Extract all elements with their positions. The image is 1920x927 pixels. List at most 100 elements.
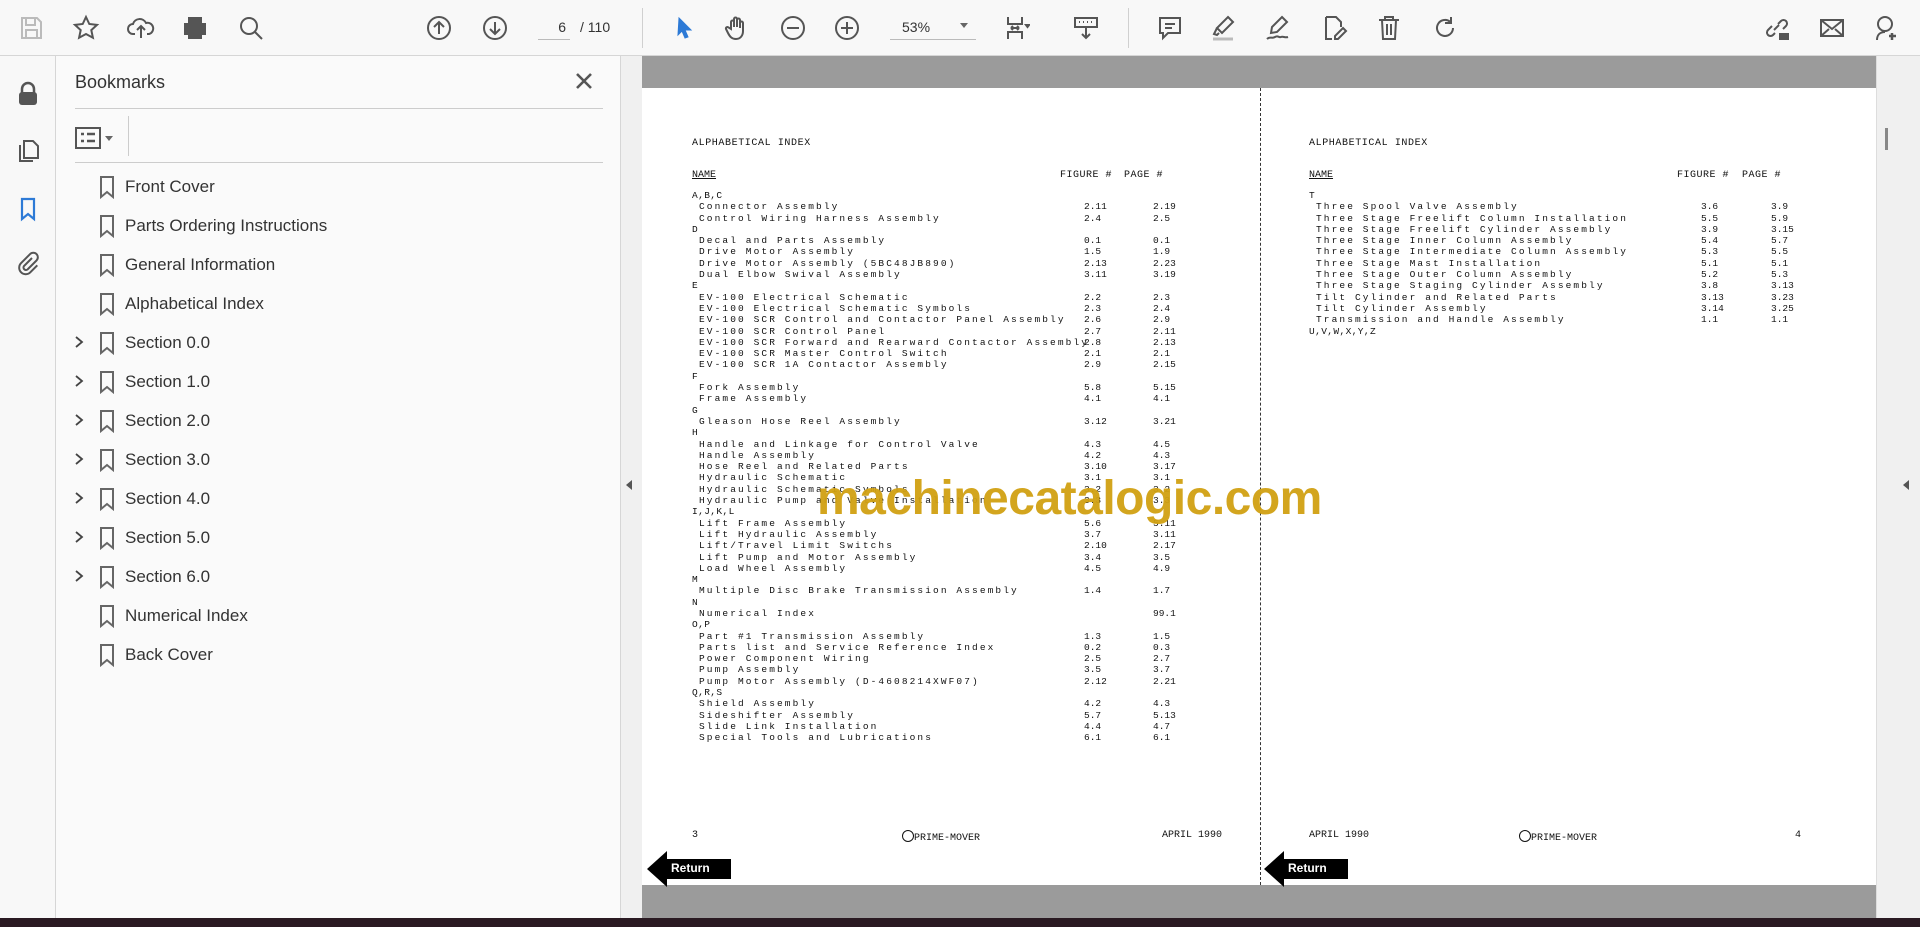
group-label: I,J,K,L — [692, 506, 735, 518]
index-group-letter: Q,R,S — [692, 687, 1222, 698]
bookmark-item[interactable]: General Information — [56, 248, 616, 282]
zoom-out-icon[interactable] — [777, 12, 809, 44]
select-icon[interactable] — [668, 12, 700, 44]
entry-name: EV-100 SCR Forward and Rearward Contacto… — [699, 336, 1090, 348]
figure-number: 5.1 — [1701, 257, 1719, 269]
zoom-in-icon[interactable] — [831, 12, 863, 44]
delete-icon[interactable] — [1373, 12, 1405, 44]
share-link-icon[interactable] — [1760, 12, 1792, 44]
figure-number: 3.4 — [1084, 551, 1102, 563]
sign-icon[interactable] — [1262, 12, 1294, 44]
bookmark-options-button[interactable] — [75, 120, 121, 156]
expand-right-panel-icon[interactable] — [1903, 480, 1909, 490]
chevron-right-icon[interactable] — [72, 530, 86, 544]
edit-pdf-icon[interactable] — [1318, 12, 1350, 44]
index-group-letter: M — [692, 574, 1222, 585]
vertical-scrollbar[interactable] — [1885, 128, 1888, 150]
entry-name: Gleason Hose Reel Assembly — [699, 415, 902, 427]
save-icon[interactable] — [15, 12, 47, 44]
pages-icon[interactable] — [12, 135, 44, 167]
bookmark-icon — [100, 566, 114, 589]
fit-page-icon[interactable] — [1000, 12, 1032, 44]
rotate-icon[interactable] — [1429, 12, 1461, 44]
entry-name: Three Stage Inner Column Assembly — [1316, 235, 1574, 247]
index-row: Tilt Cylinder and Related Parts 3.13 3.23 — [1309, 292, 1839, 303]
chevron-right-icon[interactable] — [72, 491, 86, 505]
bookmark-icon — [100, 644, 114, 667]
taskbar — [0, 918, 1920, 927]
bookmark-item[interactable]: Parts Ordering Instructions — [56, 209, 616, 243]
user-icon[interactable] — [1870, 12, 1902, 44]
page-number: 3.23 — [1771, 291, 1794, 303]
entry-name: Drive Motor Assembly (5BC48JB890) — [699, 257, 957, 269]
return-button[interactable]: Return — [647, 851, 737, 887]
list-options-icon — [75, 127, 101, 149]
star-icon[interactable] — [70, 12, 102, 44]
close-icon[interactable] — [571, 68, 597, 94]
index-row: Slide Link Installation 4.4 4.7 — [692, 721, 1222, 732]
find-icon[interactable] — [235, 12, 267, 44]
toolbar: / 110 53% — [0, 0, 1920, 56]
footer-right: APRIL 1990 — [1161, 830, 1222, 841]
page-number: 3.15 — [1771, 223, 1794, 235]
index-group-letter: T — [1309, 190, 1839, 201]
comment-icon[interactable] — [1154, 12, 1186, 44]
bookmark-icon[interactable] — [12, 193, 44, 225]
bookmark-label: Parts Ordering Instructions — [125, 216, 328, 235]
group-label: U,V,W,X,Y,Z — [1309, 325, 1377, 337]
bookmark-item[interactable]: Front Cover — [56, 170, 616, 204]
index-row: EV-100 SCR 1A Contactor Assembly 2.9 2.15 — [692, 359, 1222, 370]
print-icon[interactable] — [179, 12, 211, 44]
figure-number: 2.11 — [1084, 201, 1107, 213]
bookmark-item[interactable]: Section 4.0 — [56, 482, 616, 516]
entry-name: EV-100 SCR Control Panel — [699, 325, 887, 337]
bookmark-item[interactable]: Alphabetical Index — [56, 287, 616, 321]
chevron-right-icon[interactable] — [72, 569, 86, 583]
scroll-mode-icon[interactable] — [1070, 12, 1102, 44]
chevron-right-icon[interactable] — [72, 452, 86, 466]
bookmark-item[interactable]: Section 3.0 — [56, 443, 616, 477]
figure-number: 3.9 — [1701, 223, 1719, 235]
bookmark-item[interactable]: Section 6.0 — [56, 560, 616, 594]
page-down-icon[interactable] — [479, 12, 511, 44]
attachment-icon[interactable] — [12, 248, 44, 280]
bookmark-item[interactable]: Section 0.0 — [56, 326, 616, 360]
bookmark-icon — [100, 332, 114, 355]
bookmark-item[interactable]: Numerical Index — [56, 599, 616, 633]
figure-number: 0.1 — [1084, 235, 1102, 247]
bookmark-item[interactable]: Section 5.0 — [56, 521, 616, 555]
highlight-icon[interactable] — [1207, 12, 1239, 44]
zoom-select[interactable]: 53% — [890, 14, 976, 40]
hand-icon[interactable] — [721, 12, 753, 44]
index-group-letter: A,B,C — [692, 190, 1222, 201]
page-up-icon[interactable] — [423, 12, 455, 44]
bookmark-icon — [100, 293, 114, 316]
chevron-right-icon[interactable] — [72, 413, 86, 427]
bookmark-item[interactable]: Section 1.0 — [56, 365, 616, 399]
index-row: Part #1 Transmission Assembly 1.3 1.5 — [692, 631, 1222, 642]
index-row: EV-100 SCR Master Control Switch 2.1 2.1 — [692, 348, 1222, 359]
group-label: H — [692, 427, 699, 439]
lock-icon[interactable] — [12, 78, 44, 110]
bookmark-item[interactable]: Section 2.0 — [56, 404, 616, 438]
entry-name: Numerical Index — [699, 607, 817, 619]
page-number: 5.7 — [1771, 235, 1789, 247]
chevron-down-icon — [105, 135, 113, 145]
col-figure: FIGURE # — [1060, 170, 1113, 181]
bookmark-icon — [100, 410, 114, 433]
bookmark-item[interactable]: Back Cover — [56, 638, 616, 672]
index-group-letter: G — [692, 405, 1222, 416]
figure-number: 3.13 — [1701, 291, 1724, 303]
return-button[interactable]: Return — [1264, 851, 1354, 887]
page-number: 4.3 — [1153, 698, 1171, 710]
chevron-right-icon[interactable] — [72, 374, 86, 388]
panel-gutter — [621, 56, 642, 918]
upload-icon[interactable] — [125, 12, 157, 44]
collapse-panel-icon[interactable] — [626, 480, 632, 490]
page-number-input[interactable] — [538, 14, 570, 40]
chevron-right-icon[interactable] — [72, 335, 86, 349]
toolbar-divider — [642, 8, 643, 48]
bookmark-label: Section 4.0 — [125, 489, 211, 508]
page-number: 2.13 — [1153, 336, 1176, 348]
mail-icon[interactable] — [1816, 12, 1848, 44]
